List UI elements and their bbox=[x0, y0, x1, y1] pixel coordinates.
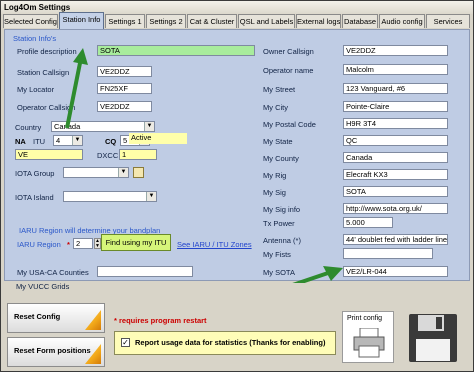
reset-config-label: Reset Config bbox=[14, 312, 61, 321]
rig-field[interactable]: Elecraft KX3 bbox=[343, 169, 448, 180]
print-config-button[interactable]: Print config bbox=[342, 311, 394, 363]
usaca-label: My USA-CA Counties bbox=[17, 268, 89, 277]
tab-settings-1[interactable]: Settings 1 bbox=[105, 14, 145, 28]
city-label: My City bbox=[263, 103, 288, 112]
rig-label: My Rig bbox=[263, 171, 287, 180]
chevron-down-icon: ▼ bbox=[118, 168, 128, 177]
sig-label: My Sig bbox=[263, 188, 286, 197]
iota-island-dropdown[interactable]: ▼ bbox=[63, 191, 157, 202]
state-label: My State bbox=[263, 137, 293, 146]
iaru-field[interactable]: 2 bbox=[73, 238, 93, 249]
tab-cat-cluster[interactable]: Cat & Cluster bbox=[187, 14, 237, 28]
operator-callsign-label: Operator Callsign bbox=[17, 103, 76, 112]
dxcc-field[interactable]: 1 bbox=[119, 149, 157, 160]
lock-icon[interactable] bbox=[133, 167, 144, 178]
sig-info-label: My Sig info bbox=[263, 205, 301, 214]
reset-form-label: Reset Form positions bbox=[14, 346, 91, 355]
na-label: NA bbox=[15, 137, 26, 146]
state-field[interactable]: QC bbox=[343, 135, 448, 146]
active-status: Active bbox=[129, 133, 187, 144]
itu-dropdown[interactable]: 4 ▼ bbox=[53, 135, 83, 146]
street-field[interactable]: 123 Vanguard, #6 bbox=[343, 83, 448, 94]
tx-power-label: Tx Power bbox=[263, 219, 295, 228]
usaca-field[interactable] bbox=[97, 266, 193, 277]
prefix-field[interactable]: VE bbox=[15, 149, 83, 160]
owner-callsign-label: Owner Callsign bbox=[263, 47, 314, 56]
owner-callsign-field[interactable]: VE2DDZ bbox=[343, 45, 448, 56]
sig-info-field[interactable]: http://www.sota.org.uk/ bbox=[343, 203, 448, 214]
tab-station-info[interactable]: Station Info bbox=[59, 12, 104, 29]
profile-field[interactable]: SOTA bbox=[97, 45, 255, 56]
tab-qsl-labels[interactable]: QSL and Labels bbox=[238, 14, 295, 28]
city-field[interactable]: Pointe-Claire bbox=[343, 101, 448, 112]
bottom-bar: My VUCC Grids Reset Config Reset Form po… bbox=[4, 282, 470, 369]
itu-label: ITU bbox=[33, 137, 46, 146]
country-value: Canada bbox=[54, 122, 81, 131]
print-config-label: Print config bbox=[347, 315, 383, 322]
operator-name-label: Operator name bbox=[263, 66, 314, 75]
iaru-label: IARU Region bbox=[17, 240, 61, 249]
fists-label: My Fists bbox=[263, 250, 291, 259]
tx-power-field[interactable]: 5.000 bbox=[343, 217, 393, 228]
antenna-label: Antenna (*) bbox=[263, 236, 301, 245]
restart-note: * requires program restart bbox=[114, 316, 207, 325]
report-usage-panel: ✓ Report usage data for statistics (Than… bbox=[114, 331, 336, 355]
report-usage-label: Report usage data for statistics (Thanks… bbox=[135, 338, 326, 347]
fists-field[interactable] bbox=[343, 248, 433, 259]
locator-label: My Locator bbox=[17, 85, 55, 94]
street-label: My Street bbox=[263, 85, 296, 94]
printer-icon bbox=[353, 328, 385, 358]
reset-config-button[interactable]: Reset Config bbox=[7, 303, 105, 333]
postal-field[interactable]: H9R 3T4 bbox=[343, 118, 448, 129]
tab-strip: Selected Config Station Info Settings 1 … bbox=[3, 12, 471, 29]
save-floppy-icon[interactable] bbox=[408, 313, 458, 363]
chevron-down-icon: ▼ bbox=[144, 122, 154, 131]
postal-label: My Postal Code bbox=[263, 120, 316, 129]
iota-island-label: IOTA Island bbox=[15, 193, 54, 202]
find-itu-button[interactable]: Find using my ITU bbox=[101, 234, 171, 251]
dxcc-label: DXCC bbox=[97, 151, 119, 160]
profile-label: Profile description bbox=[17, 47, 77, 56]
sig-field[interactable]: SOTA bbox=[343, 186, 448, 197]
country-dropdown[interactable]: Canada ▼ bbox=[51, 121, 155, 132]
cq-label: CQ bbox=[105, 137, 117, 146]
country-label: Country bbox=[15, 123, 42, 132]
button-decoration-icon bbox=[85, 310, 101, 330]
cq-value: 5 bbox=[123, 136, 128, 145]
station-callsign-field[interactable]: VE2DDZ bbox=[97, 66, 152, 77]
reset-form-positions-button[interactable]: Reset Form positions bbox=[7, 337, 105, 367]
county-label: My County bbox=[263, 154, 299, 163]
iota-group-dropdown[interactable]: ▼ bbox=[63, 167, 129, 178]
iota-group-label: IOTA Group bbox=[15, 169, 55, 178]
station-info-panel: Station Info's Profile description SOTA … bbox=[4, 29, 470, 296]
sota-label: My SOTA bbox=[263, 268, 295, 277]
tab-services[interactable]: Services bbox=[426, 14, 470, 28]
antenna-field[interactable]: 44' doublet fed with ladder line. bbox=[343, 234, 448, 245]
spinner-icon[interactable]: ▲ ▼ bbox=[94, 238, 101, 249]
section-title: Station Info's bbox=[13, 34, 57, 43]
sota-field[interactable]: VE2/LR-044 bbox=[343, 266, 448, 277]
itu-value: 4 bbox=[56, 136, 61, 145]
report-usage-checkbox[interactable]: ✓ bbox=[121, 338, 130, 347]
settings-window: Log4Om Settings Selected Config Station … bbox=[0, 0, 474, 372]
operator-callsign-field[interactable]: VE2DDZ bbox=[97, 101, 152, 112]
tab-external-logs[interactable]: External logs bbox=[296, 14, 341, 28]
vucc-label: My VUCC Grids bbox=[16, 282, 70, 291]
station-callsign-label: Station Callsign bbox=[17, 68, 70, 77]
tab-database[interactable]: Database bbox=[342, 14, 378, 28]
iaru-zones-link[interactable]: See IARU / ITU Zones bbox=[177, 240, 252, 249]
chevron-down-icon: ▼ bbox=[146, 192, 156, 201]
chevron-down-icon: ▼ bbox=[72, 136, 82, 145]
iaru-asterisk: * bbox=[67, 240, 70, 249]
county-field[interactable]: Canada bbox=[343, 152, 448, 163]
locator-field[interactable]: FN25XF bbox=[97, 83, 152, 94]
operator-name-field[interactable]: Malcolm bbox=[343, 64, 448, 75]
tab-audio-config[interactable]: Audio config bbox=[379, 14, 425, 28]
tab-settings-2[interactable]: Settings 2 bbox=[146, 14, 186, 28]
tab-selected-config[interactable]: Selected Config bbox=[3, 14, 58, 28]
